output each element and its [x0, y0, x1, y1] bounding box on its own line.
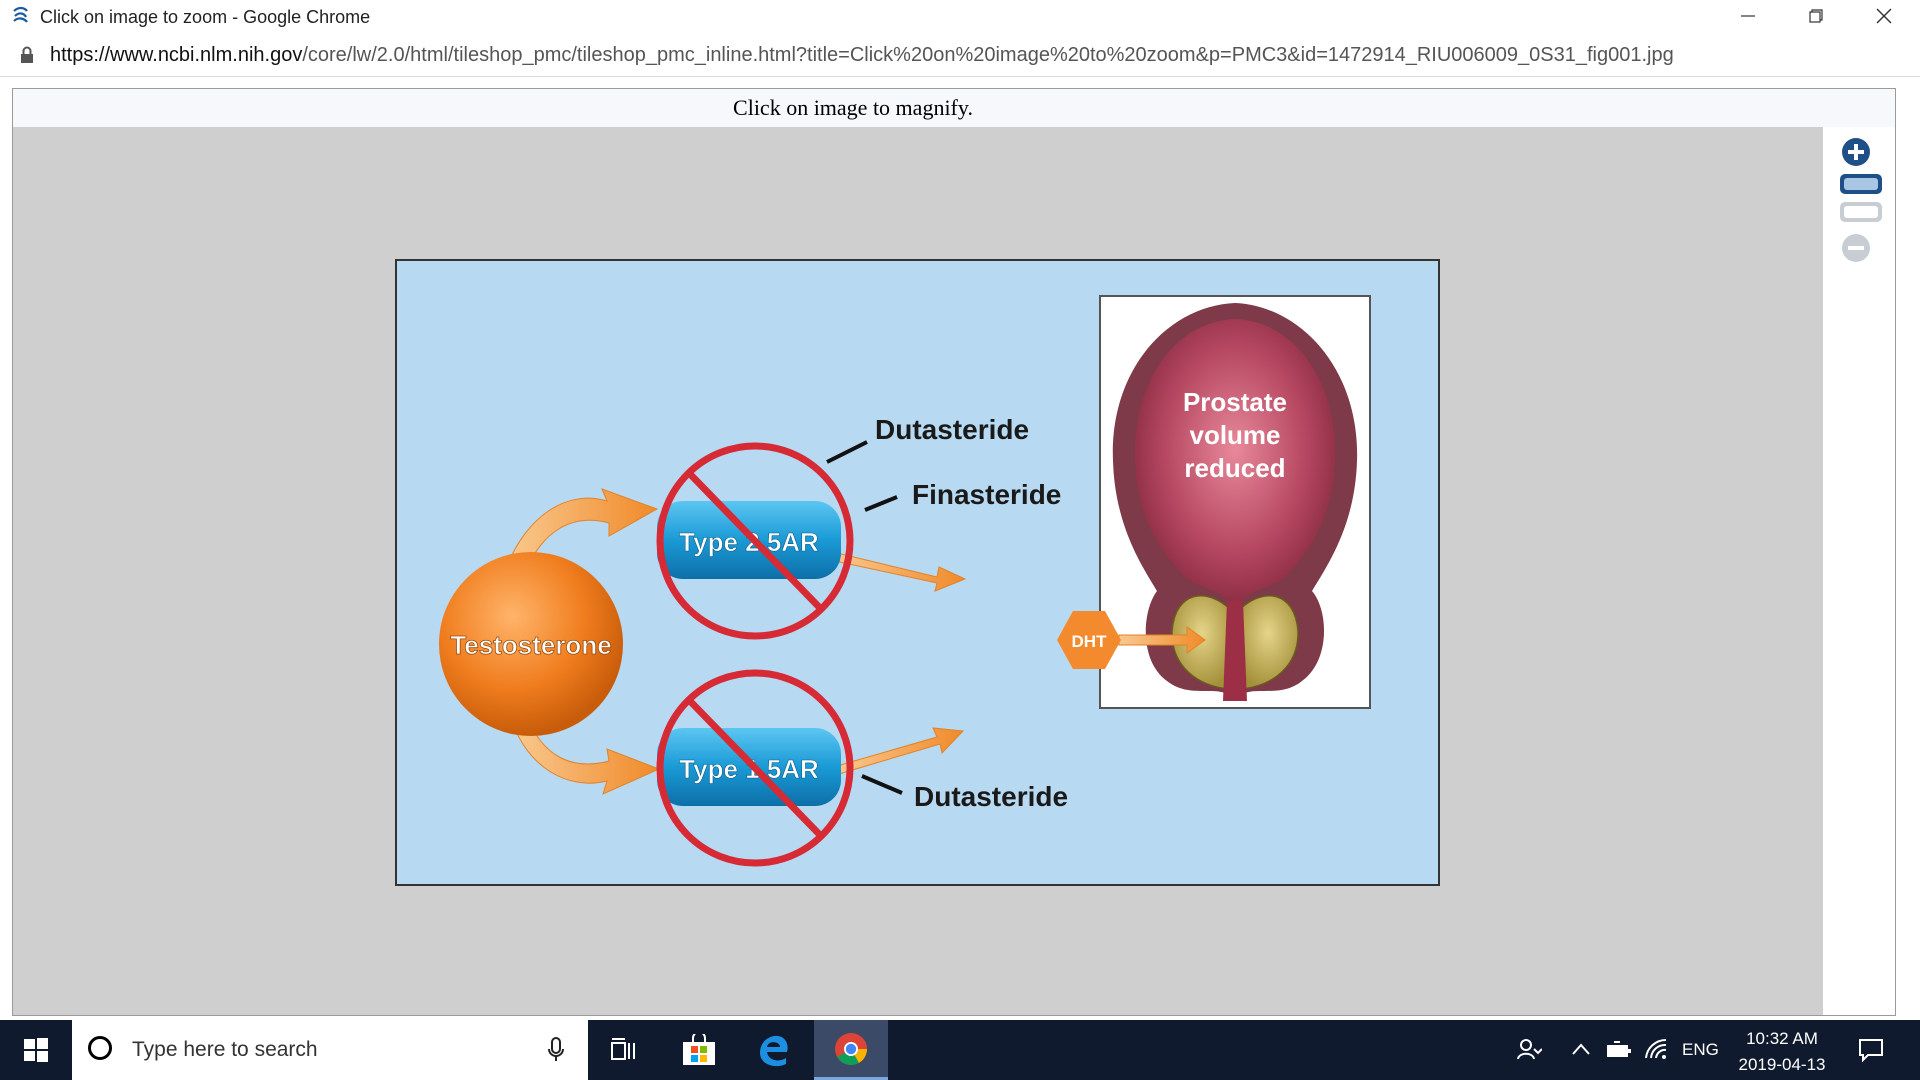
urethra [1223, 601, 1247, 701]
action-center-icon[interactable] [1858, 1037, 1884, 1063]
address-bar[interactable]: https://www.ncbi.nlm.nih.gov/core/lw/2.0… [0, 34, 1920, 77]
clock-time: 10:32 AM [1746, 1029, 1818, 1048]
close-icon [1876, 8, 1892, 24]
minimize-icon [1741, 15, 1755, 17]
windows-taskbar: Type here to search ENG 10:32 AM 2019-04… [0, 1020, 1920, 1080]
zoom-level-1-icon[interactable] [1839, 173, 1883, 195]
dutasteride-top-label: Dutasteride [875, 414, 1029, 445]
edge-button[interactable] [736, 1020, 810, 1080]
chevron-up-icon[interactable] [1572, 1042, 1590, 1056]
task-view-icon [611, 1038, 635, 1060]
image-viewer: Click on image to magnify. Testosterone … [12, 88, 1896, 1016]
figure-diagram: Testosterone Type 2 5AR Type 1 5AR Dutas… [439, 295, 1371, 867]
taskbar-clock[interactable]: 10:32 AM 2019-04-13 [1722, 1026, 1842, 1078]
language-indicator[interactable]: ENG [1682, 1040, 1719, 1060]
zoom-panel [1823, 127, 1895, 1015]
lock-icon[interactable] [19, 46, 35, 64]
dutasteride-bottom-label: Dutasteride [914, 781, 1068, 812]
zoom-in-icon[interactable] [1841, 137, 1871, 167]
prostate-text-line3: reduced [1184, 453, 1285, 483]
cortana-icon [88, 1036, 112, 1060]
edge-browser-icon [760, 1035, 788, 1067]
window-title: Click on image to zoom - Google Chrome [40, 7, 371, 27]
zoom-level-2-icon[interactable] [1839, 201, 1883, 223]
arrow-type1-output [836, 727, 965, 775]
zoomable-figure[interactable]: Testosterone Type 2 5AR Type 1 5AR Dutas… [395, 259, 1440, 886]
prostate-text-line1: Prostate [1183, 387, 1287, 417]
chrome-taskbar-button[interactable] [814, 1020, 888, 1080]
microphone-icon[interactable] [548, 1037, 564, 1063]
search-placeholder: Type here to search [132, 1038, 318, 1061]
finasteride-label: Finasteride [912, 479, 1061, 510]
dht-label: DHT [1072, 632, 1108, 651]
microsoft-store-icon [683, 1034, 715, 1065]
battery-icon[interactable] [1606, 1040, 1632, 1060]
people-icon[interactable] [1516, 1037, 1542, 1063]
url-path: /core/lw/2.0/html/tileshop_pmc/tileshop_… [302, 44, 1674, 66]
restore-icon [1809, 9, 1823, 23]
url-domain: https://www.ncbi.nlm.nih.gov [50, 44, 303, 66]
minimize-button[interactable] [1714, 0, 1782, 32]
chrome-icon [835, 1032, 868, 1065]
prostate-text-line2: volume [1189, 420, 1280, 450]
viewer-caption: Click on image to magnify. [733, 95, 973, 120]
taskbar-search-box[interactable]: Type here to search [72, 1020, 588, 1080]
store-button[interactable] [662, 1020, 736, 1080]
caption-bar: Click on image to magnify. [13, 89, 1895, 127]
window-titlebar: Click on image to zoom - Google Chrome [0, 0, 1920, 34]
close-button[interactable] [1850, 0, 1918, 32]
wifi-icon[interactable] [1644, 1038, 1668, 1060]
arrow-type2-output [834, 552, 967, 592]
restore-button[interactable] [1782, 0, 1850, 32]
windows-logo-icon [24, 1038, 48, 1062]
clock-date: 2019-04-13 [1738, 1055, 1826, 1074]
chrome-app-icon [13, 6, 28, 23]
start-button[interactable] [0, 1020, 72, 1080]
url-text[interactable]: https://www.ncbi.nlm.nih.gov/core/lw/2.0… [50, 44, 1674, 67]
task-view-button[interactable] [588, 1020, 662, 1080]
zoom-out-icon[interactable] [1841, 233, 1871, 263]
testosterone-label: Testosterone [450, 630, 611, 660]
